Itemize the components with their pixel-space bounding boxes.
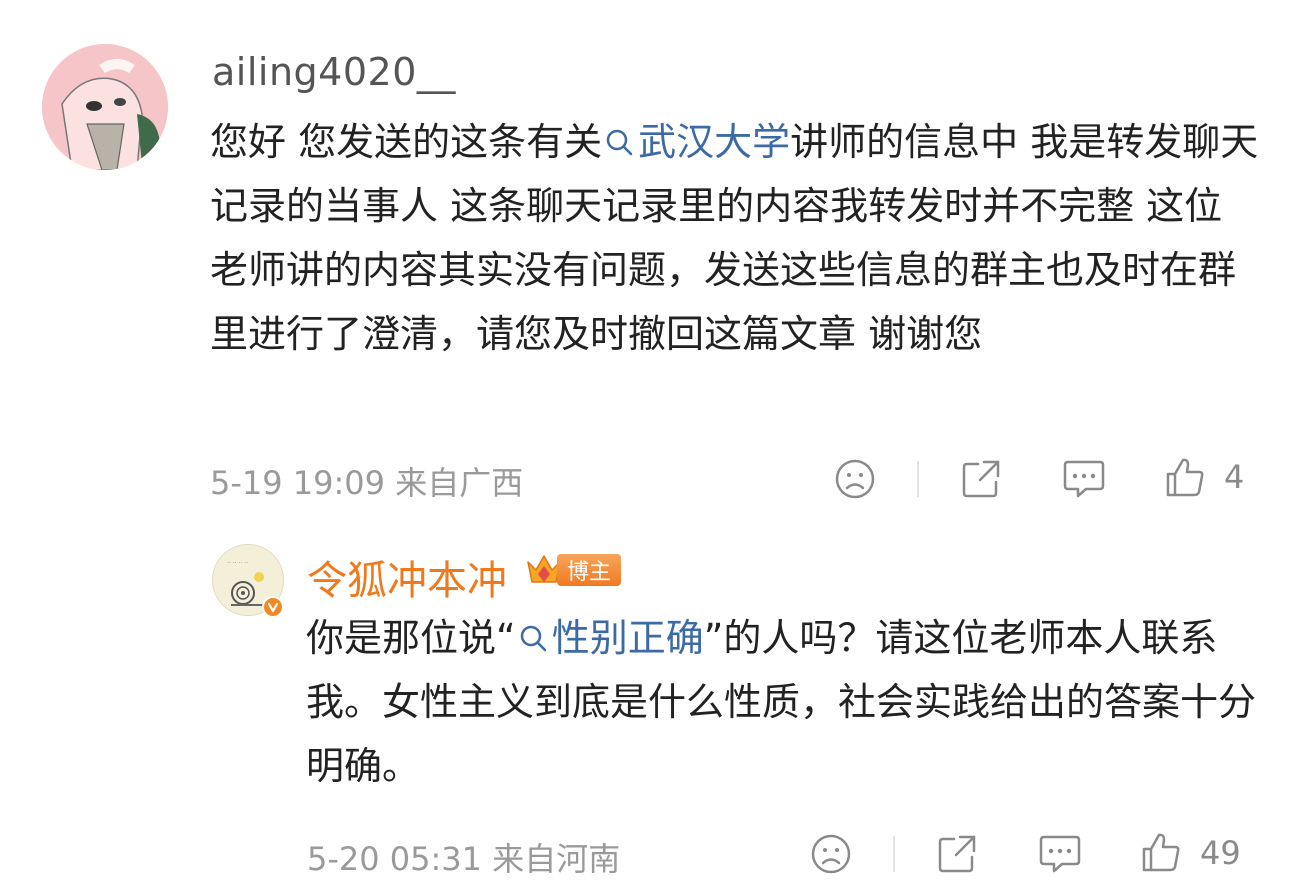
location: 来自河南 [492, 840, 621, 878]
like-count: 49 [1200, 834, 1241, 872]
blogger-label: 博主 [557, 554, 622, 586]
comment-icon [1039, 835, 1081, 873]
topic-link[interactable]: 武汉大学 [602, 120, 790, 164]
timestamp: 5-20 05:31 [307, 840, 483, 878]
timestamp: 5-19 19:09 [210, 464, 386, 502]
dislike-face-icon [811, 834, 851, 874]
comment-button[interactable] [1038, 833, 1082, 875]
like-thumb-icon [1142, 833, 1180, 872]
search-icon [606, 129, 633, 156]
dislike-button[interactable] [810, 833, 852, 875]
search-icon [520, 625, 546, 652]
like-thumb-icon [1166, 458, 1204, 497]
comment-text: 你是那位说“ 性别正确”的人吗？请这位老师本人联系我。女性主义到底是什么性质，社会… [306, 606, 1266, 798]
svg-text:·· ·· ·· ··: ·· ·· ·· ·· [227, 560, 248, 567]
share-button[interactable] [960, 458, 1002, 500]
username[interactable]: ailing4020__ [212, 50, 456, 94]
blogger-badge: 博主 [525, 552, 622, 588]
topic-label: 武汉大学 [638, 120, 791, 164]
comment-button[interactable] [1062, 458, 1106, 500]
comment-text: 您好 您发送的这条有关 武汉大学讲师的信息中 我是转发聊天记录的当事人 这条聊天记… [210, 110, 1260, 366]
like-button[interactable] [1164, 456, 1206, 498]
comment-meta: 5-20 05:31 来自河南 [307, 834, 620, 880]
location: 来自广西 [395, 464, 524, 502]
comment-meta: 5-19 19:09 来自广西 [210, 458, 523, 504]
dislike-face-icon [835, 459, 875, 499]
username[interactable]: 令狐冲本冲 [307, 548, 507, 606]
avatar[interactable] [42, 44, 168, 170]
share-icon [938, 835, 976, 873]
share-icon [962, 460, 1000, 498]
like-button[interactable] [1140, 831, 1182, 873]
comment-text-part: 你是那位说“ [306, 616, 516, 660]
verified-badge-icon [262, 596, 284, 618]
dislike-button[interactable] [834, 458, 876, 500]
topic-label: 性别正确 [551, 616, 704, 660]
like-count: 4 [1224, 458, 1245, 496]
comment-text-part: 您好 您发送的这条有关 [210, 120, 603, 164]
comment-icon [1063, 460, 1105, 498]
share-button[interactable] [936, 833, 978, 875]
divider [893, 836, 895, 872]
divider [917, 461, 919, 497]
topic-link[interactable]: 性别正确 [516, 616, 704, 660]
